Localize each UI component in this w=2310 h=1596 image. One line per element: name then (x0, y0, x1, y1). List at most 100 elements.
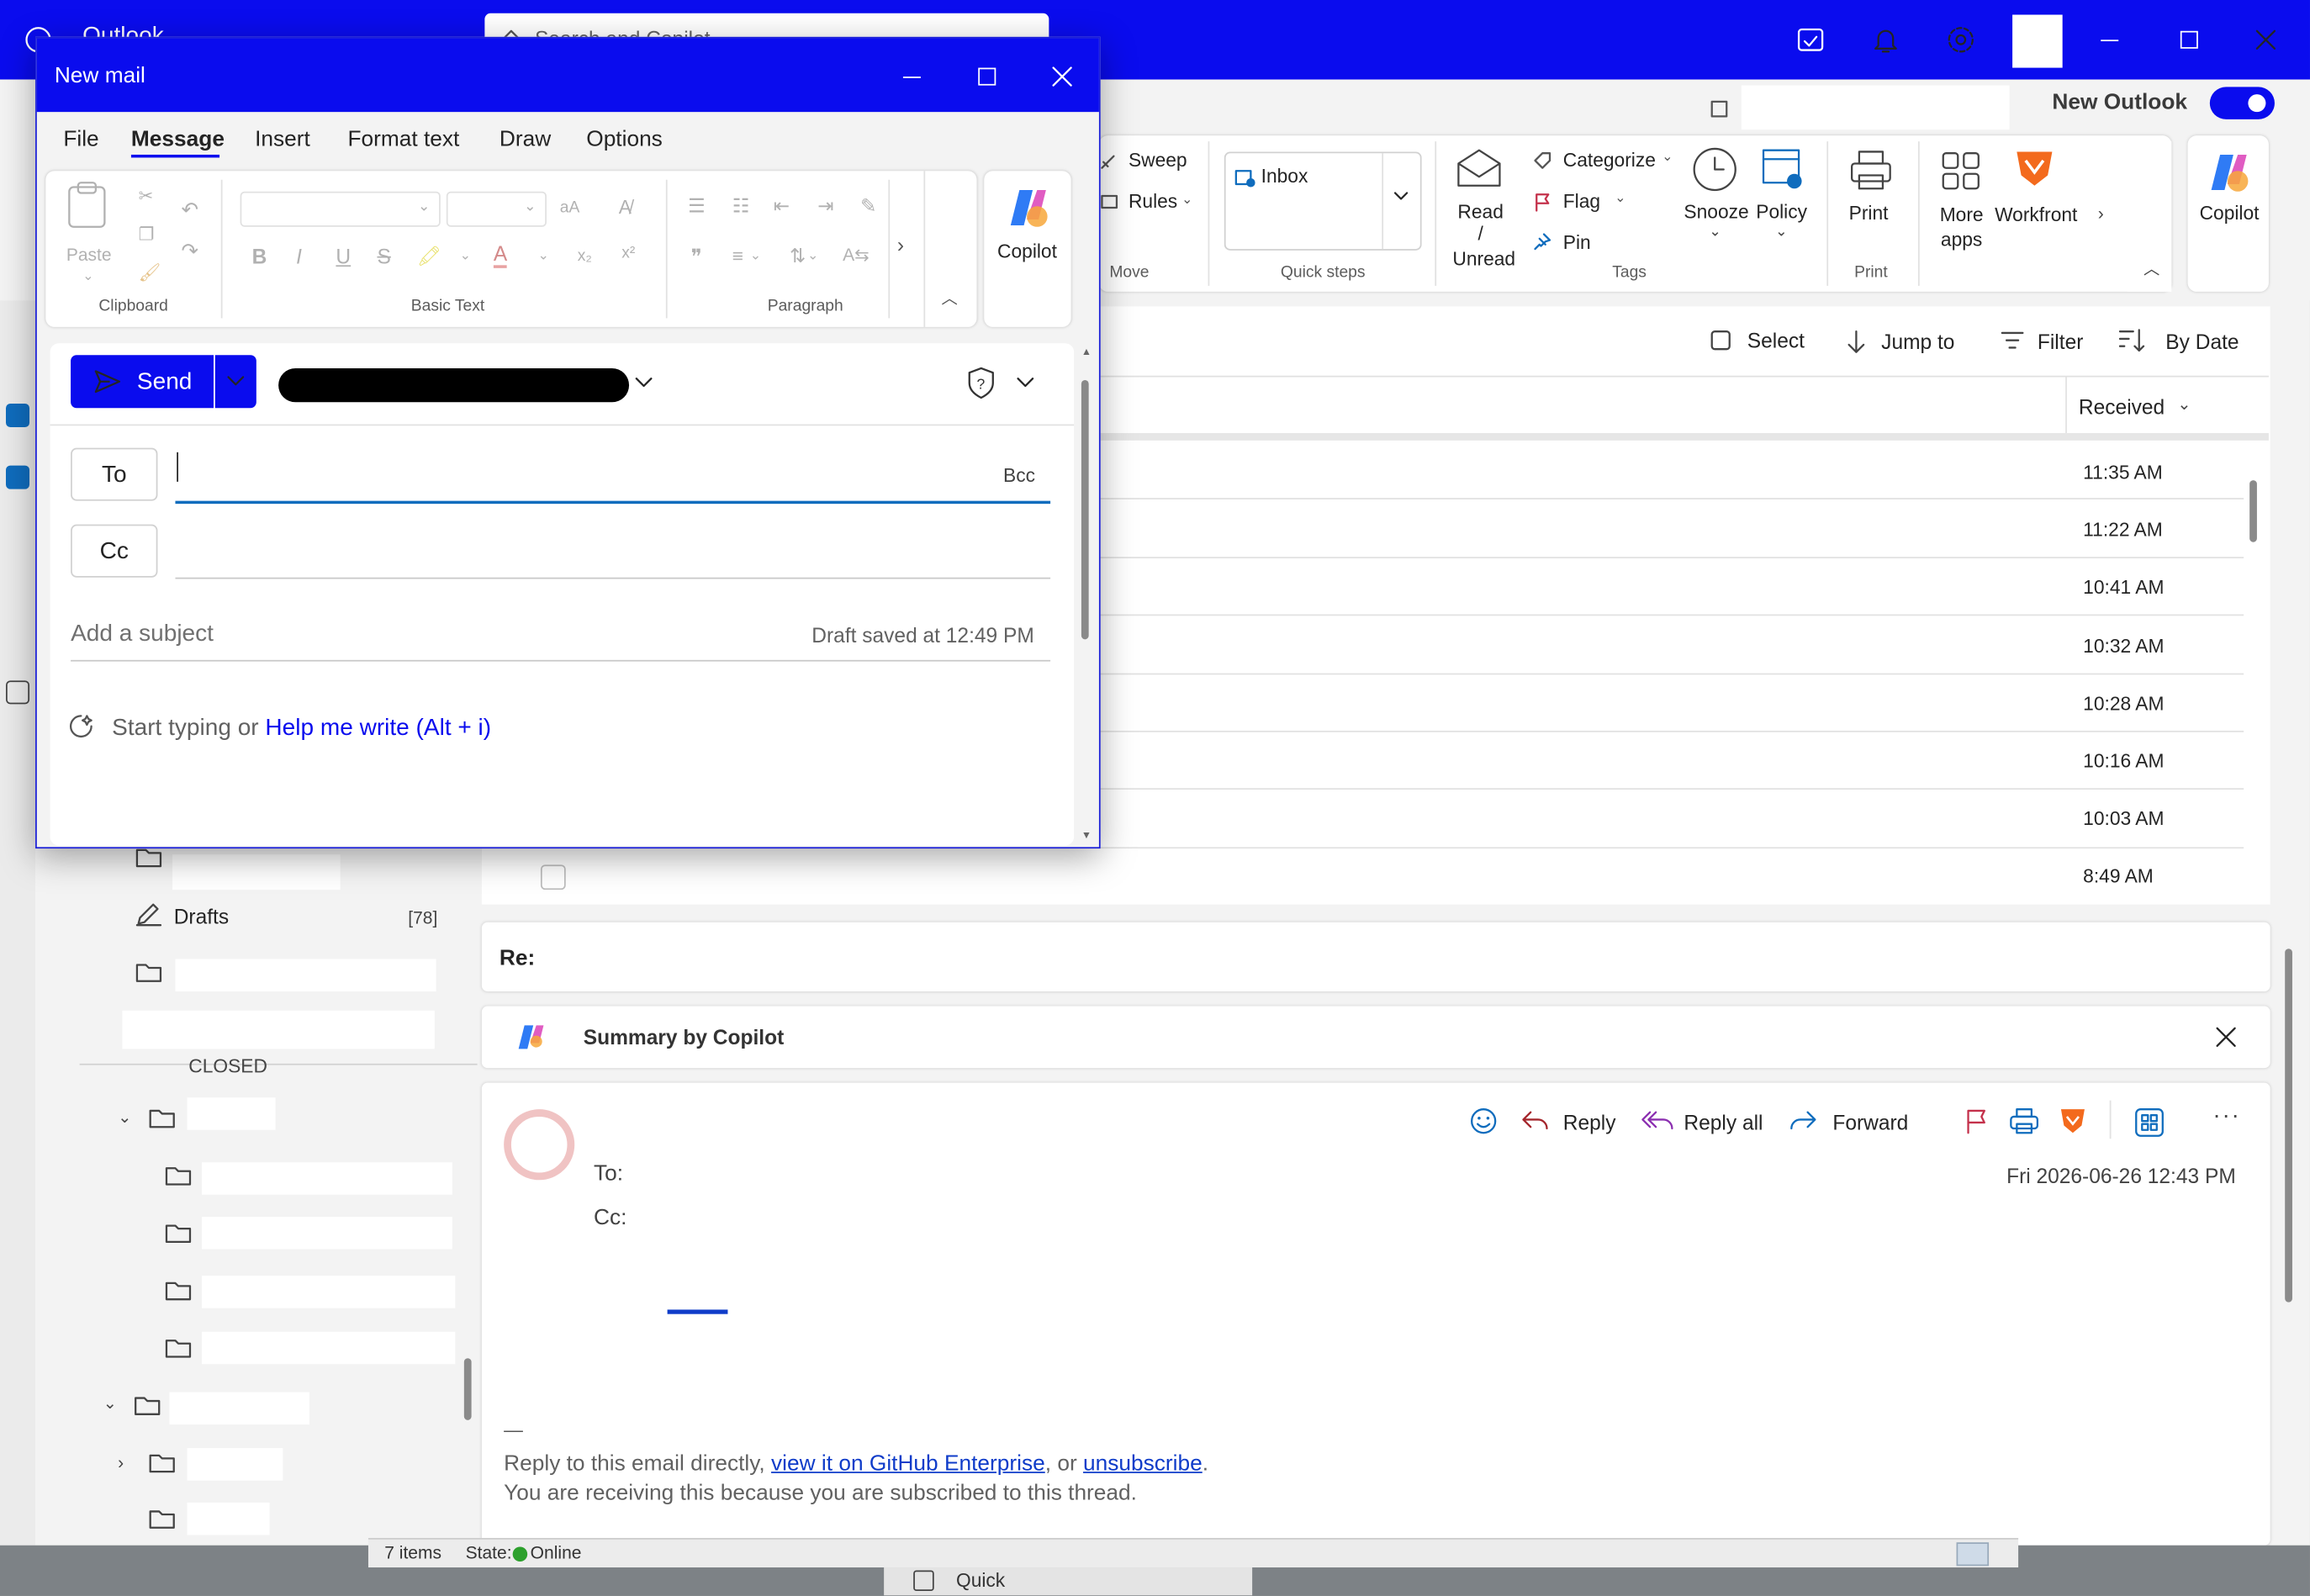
cut-icon[interactable]: ✂ (139, 186, 154, 207)
to-button[interactable]: To (71, 447, 158, 501)
quote-icon[interactable]: ❞ (691, 245, 702, 270)
list-scrollbar[interactable] (2249, 436, 2260, 905)
settings-gear-icon[interactable] (1945, 24, 1978, 56)
sensitivity-chevron-icon[interactable] (1017, 376, 1034, 391)
body-prompt[interactable]: Start typing or Help me write (Alt + i) (112, 716, 491, 743)
undo-icon[interactable]: ↶ (181, 198, 198, 223)
change-case-icon[interactable]: aA (560, 199, 580, 217)
folder-drafts[interactable]: Drafts (174, 905, 229, 928)
apps-grid-icon[interactable] (2135, 1107, 2165, 1137)
tab-file[interactable]: File (63, 127, 98, 152)
forward-button[interactable]: Forward (1832, 1111, 1908, 1134)
copy-icon[interactable]: ❐ (139, 224, 155, 245)
bcc-button[interactable]: Bcc (1003, 464, 1035, 486)
align-icon[interactable]: ≡ (732, 245, 743, 267)
from-account-redacted[interactable] (278, 367, 630, 403)
clear-formatting-icon[interactable]: A̸ (619, 196, 632, 218)
sort-by-date-button[interactable]: By Date (2165, 330, 2239, 353)
font-color-icon[interactable]: A (493, 241, 508, 268)
snooze-button[interactable]: Snooze (1684, 200, 1748, 222)
compose-maximize-icon[interactable] (978, 67, 996, 86)
categorize-button[interactable]: Categorize (1563, 149, 1656, 171)
view-toggle-icon[interactable] (1956, 1542, 1990, 1567)
inbox-quickstep[interactable]: Inbox (1261, 165, 1308, 187)
apps-icon[interactable] (6, 680, 30, 705)
folder-collapse-chevron-icon[interactable]: › (118, 1452, 124, 1473)
highlight-icon[interactable]: 🖍 (417, 245, 441, 268)
jump-to-button[interactable]: Jump to (1881, 330, 1954, 353)
help-me-write-link[interactable]: Help me write (Alt + i) (265, 716, 491, 741)
print-button[interactable]: Print (1849, 202, 1889, 224)
folder-expand-chevron-icon[interactable]: ⌄ (103, 1393, 117, 1413)
font-family-select[interactable]: ⌄ (240, 191, 441, 227)
numbering-icon[interactable]: ☷ (732, 194, 749, 218)
files-app-icon[interactable] (6, 465, 30, 489)
sensitivity-shield-icon[interactable]: ? (966, 367, 996, 399)
superscript-icon[interactable]: x² (621, 245, 635, 262)
emoji-reaction-icon[interactable] (1469, 1107, 1499, 1136)
italic-icon[interactable]: I (296, 245, 302, 268)
github-enterprise-link[interactable]: view it on GitHub Enterprise (771, 1451, 1045, 1477)
bold-icon[interactable]: B (252, 245, 267, 268)
print-message-icon[interactable] (2010, 1107, 2039, 1134)
ribbon-collapse-icon[interactable]: ︿ (2143, 256, 2159, 280)
cc-button[interactable]: Cc (71, 524, 158, 578)
close-summary-icon[interactable] (2216, 1027, 2237, 1048)
filter-button[interactable]: Filter (2038, 330, 2084, 353)
unsubscribe-link[interactable]: unsubscribe (1083, 1451, 1203, 1477)
line-spacing-icon[interactable]: ⇅ (790, 245, 806, 268)
ribbon-scroll-right-icon[interactable]: › (2098, 203, 2104, 225)
strikethrough-icon[interactable]: S (377, 245, 390, 268)
flag-message-icon[interactable] (1964, 1107, 1990, 1134)
text-direction-icon[interactable]: A⇆ (843, 245, 870, 266)
new-outlook-toggle[interactable] (2209, 87, 2275, 119)
copilot-ribbon-button[interactable]: Copilot (2200, 202, 2260, 224)
rules-button[interactable]: Rules (1129, 190, 1177, 212)
compose-ribbon-collapse-icon[interactable]: ︿ (941, 286, 957, 309)
my-day-icon[interactable] (1795, 24, 1827, 56)
folder-expand-chevron-icon[interactable]: ⌄ (118, 1107, 131, 1127)
ribbon-more-icon[interactable]: › (897, 233, 904, 256)
compose-minimize-icon[interactable] (902, 77, 921, 78)
compose-copilot-button[interactable]: Copilot (997, 240, 1057, 262)
message-checkbox[interactable] (540, 864, 566, 890)
decrease-indent-icon[interactable]: ⇤ (774, 194, 790, 218)
underline-icon[interactable]: U (336, 245, 351, 268)
pin-button[interactable]: Pin (1563, 231, 1591, 253)
todo-app-icon[interactable] (6, 404, 30, 428)
compose-close-icon[interactable] (1052, 66, 1073, 87)
more-actions-icon[interactable]: ··· (2212, 1103, 2240, 1130)
more-apps-button[interactable]: More apps (1939, 203, 1985, 251)
from-chevron-icon[interactable] (635, 376, 653, 391)
tab-options[interactable]: Options (586, 127, 663, 152)
received-column-header[interactable]: Received (2079, 395, 2165, 419)
workfront-message-icon[interactable] (2059, 1107, 2086, 1136)
tab-message[interactable]: Message (131, 127, 225, 152)
font-size-select[interactable]: ⌄ (446, 191, 547, 227)
taskbar-window[interactable]: Quick (884, 1567, 1253, 1596)
workfront-button[interactable]: Workfront (1995, 203, 2077, 225)
compose-scrollbar[interactable]: ▲ ▼ (1080, 347, 1092, 845)
paste-button[interactable]: Paste (66, 245, 112, 266)
read-unread-button[interactable]: Read / Unread (1452, 200, 1515, 269)
minimize-icon[interactable] (2101, 40, 2119, 42)
redo-icon[interactable]: ↷ (181, 239, 198, 264)
reply-all-button[interactable]: Reply all (1684, 1111, 1763, 1134)
copilot-summary-bar[interactable]: Summary by Copilot (481, 1006, 2270, 1069)
styles-pen-icon[interactable]: ✎ (860, 194, 876, 218)
select-button[interactable]: Select (1747, 329, 1805, 352)
tab-draw[interactable]: Draw (500, 127, 551, 152)
quick-steps-box[interactable]: Inbox (1224, 151, 1422, 251)
reading-scrollbar[interactable] (2281, 922, 2296, 1546)
notifications-bell-icon[interactable] (1869, 24, 1902, 56)
maximize-icon[interactable] (2180, 30, 2198, 49)
folder-closed[interactable]: CLOSED (188, 1054, 267, 1072)
send-button[interactable]: Send (71, 355, 214, 409)
send-options-button[interactable] (214, 355, 256, 409)
quick-steps-expand-icon[interactable] (1393, 188, 1409, 203)
cc-field[interactable] (175, 577, 1051, 579)
reply-button[interactable]: Reply (1563, 1111, 1616, 1134)
policy-button[interactable]: Policy (1756, 200, 1807, 222)
tab-insert[interactable]: Insert (255, 127, 310, 152)
format-painter-icon[interactable]: 🖌 (139, 262, 161, 283)
